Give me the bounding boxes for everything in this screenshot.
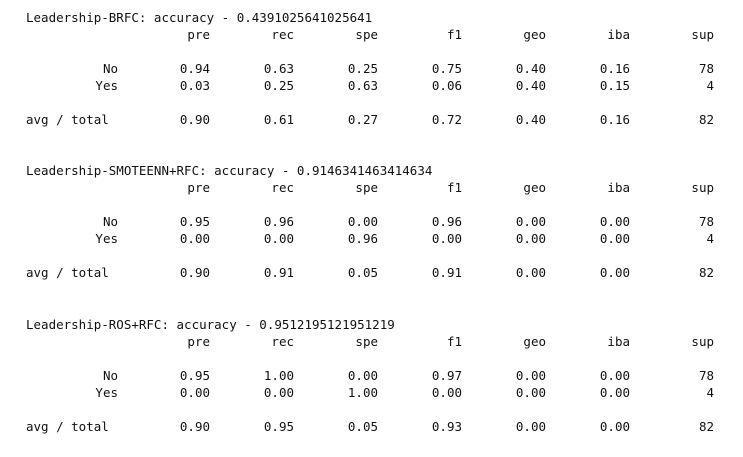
class-label: No (102, 368, 118, 383)
column-header: f1 (446, 334, 462, 349)
column-header: iba (607, 27, 630, 42)
metric-value: 1.00 (347, 385, 378, 400)
class-label: No (102, 61, 118, 76)
report-title: Leadership-ROS+RFC: accuracy - 0.9512195… (26, 317, 395, 332)
metric-value: 0.25 (347, 61, 378, 76)
metric-value: 78 (698, 214, 714, 229)
metric-value: 4 (706, 231, 714, 246)
avg-value: 0.91 (263, 265, 294, 280)
metric-value: 0.16 (599, 61, 630, 76)
column-header: spe (355, 180, 378, 195)
avg-value: 0.90 (179, 265, 210, 280)
column-header: rec (271, 334, 294, 349)
avg-value: 0.91 (431, 265, 462, 280)
metric-value: 0.96 (347, 231, 378, 246)
column-header: iba (607, 180, 630, 195)
avg-value: 0.90 (179, 419, 210, 434)
metric-value: 0.00 (599, 385, 630, 400)
avg-value: 82 (698, 265, 714, 280)
column-header: pre (187, 27, 210, 42)
report-title: Leadership-BRFC: accuracy - 0.4391025641… (26, 10, 373, 25)
metric-value: 0.00 (347, 214, 378, 229)
column-header: geo (523, 180, 546, 195)
avg-value: 82 (698, 112, 714, 127)
avg-value: 0.05 (347, 265, 378, 280)
class-label: Yes (95, 78, 118, 93)
class-label: Yes (95, 231, 118, 246)
metric-value: 0.00 (179, 385, 210, 400)
metric-value: 4 (706, 78, 714, 93)
column-header: rec (271, 180, 294, 195)
metric-value: 0.00 (599, 214, 630, 229)
column-header: iba (607, 334, 630, 349)
metric-value: 0.75 (431, 61, 462, 76)
column-header: geo (523, 334, 546, 349)
class-label: No (102, 214, 118, 229)
avg-value: 0.00 (599, 265, 630, 280)
column-header: f1 (446, 180, 462, 195)
metric-value: 0.00 (599, 368, 630, 383)
avg-value: 0.27 (347, 112, 378, 127)
column-header: sup (691, 180, 714, 195)
avg-value: 0.93 (431, 419, 462, 434)
metric-value: 0.00 (515, 385, 546, 400)
metric-value: 0.00 (431, 231, 462, 246)
metric-value: 0.00 (599, 231, 630, 246)
metric-value: 0.63 (263, 61, 294, 76)
metric-value: 0.94 (179, 61, 210, 76)
avg-value: 0.00 (599, 419, 630, 434)
avg-value: 0.61 (263, 112, 294, 127)
metric-value: 0.00 (515, 368, 546, 383)
avg-value: 0.40 (515, 112, 546, 127)
column-header: pre (187, 334, 210, 349)
class-label: Yes (95, 385, 118, 400)
metric-value: 0.40 (515, 61, 546, 76)
metric-value: 0.63 (347, 78, 378, 93)
report-title: Leadership-SMOTEENN+RFC: accuracy - 0.91… (26, 163, 433, 178)
metric-value: 0.00 (515, 214, 546, 229)
metric-value: 0.40 (515, 78, 546, 93)
metric-value: 0.00 (179, 231, 210, 246)
metric-value: 0.96 (263, 214, 294, 229)
metric-value: 0.00 (263, 231, 294, 246)
metric-value: 0.03 (179, 78, 210, 93)
metric-value: 0.25 (263, 78, 294, 93)
avg-value: 0.05 (347, 419, 378, 434)
column-header: rec (271, 27, 294, 42)
column-header: spe (355, 334, 378, 349)
metric-value: 4 (706, 385, 714, 400)
metric-value: 0.00 (431, 385, 462, 400)
metric-value: 0.06 (431, 78, 462, 93)
metric-value: 0.96 (431, 214, 462, 229)
avg-value: 0.90 (179, 112, 210, 127)
metric-value: 0.97 (431, 368, 462, 383)
metric-value: 0.00 (347, 368, 378, 383)
column-header: f1 (446, 27, 462, 42)
avg-value: 0.72 (431, 112, 462, 127)
metric-value: 78 (698, 61, 714, 76)
avg-total-label: avg / total (26, 419, 109, 434)
metric-value: 0.00 (515, 231, 546, 246)
metric-value: 1.00 (263, 368, 294, 383)
metric-value: 78 (698, 368, 714, 383)
column-header: spe (355, 27, 378, 42)
avg-value: 0.16 (599, 112, 630, 127)
metric-value: 0.00 (263, 385, 294, 400)
avg-value: 0.95 (263, 419, 294, 434)
metric-value: 0.15 (599, 78, 630, 93)
classification-report: Leadership-BRFC: accuracy - 0.4391025641… (0, 10, 743, 150)
avg-value: 0.00 (515, 265, 546, 280)
column-header: pre (187, 180, 210, 195)
column-header: sup (691, 334, 714, 349)
avg-value: 82 (698, 419, 714, 434)
classification-report: Leadership-SMOTEENN+RFC: accuracy - 0.91… (0, 163, 743, 303)
metric-value: 0.95 (179, 214, 210, 229)
column-header: geo (523, 27, 546, 42)
avg-total-label: avg / total (26, 265, 109, 280)
metric-value: 0.95 (179, 368, 210, 383)
classification-report: Leadership-ROS+RFC: accuracy - 0.9512195… (0, 317, 743, 457)
avg-value: 0.00 (515, 419, 546, 434)
avg-total-label: avg / total (26, 112, 109, 127)
column-header: sup (691, 27, 714, 42)
